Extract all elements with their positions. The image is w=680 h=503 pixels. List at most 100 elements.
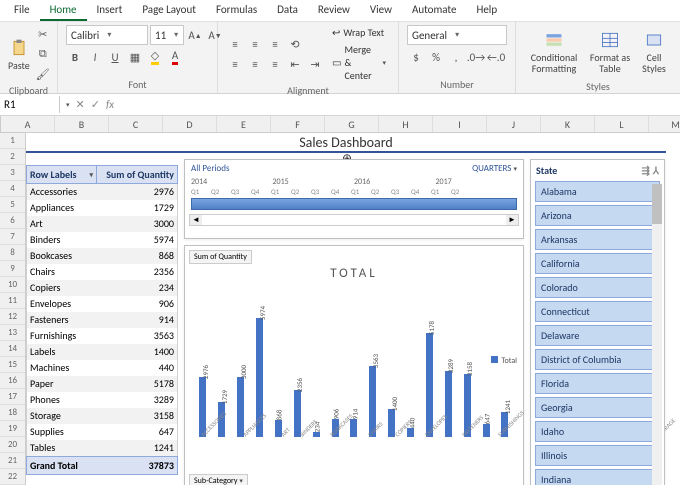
- timeline-selection-bar[interactable]: [191, 198, 517, 210]
- decrease-indent-button[interactable]: ⇤: [286, 55, 304, 73]
- pivot-data-row[interactable]: Envelopes906: [26, 296, 178, 312]
- pivot-data-row[interactable]: Machines440: [26, 360, 178, 376]
- menu-tab-data[interactable]: Data: [267, 0, 308, 21]
- row-header[interactable]: 2: [0, 149, 25, 165]
- scrollbar-thumb[interactable]: [652, 184, 662, 224]
- row-header[interactable]: 12: [0, 309, 25, 325]
- timeline-slicer[interactable]: All Periods QUARTERS ▾ 2014201520162017 …: [184, 159, 524, 239]
- menu-tab-automate[interactable]: Automate: [402, 0, 467, 21]
- increase-decimal-button[interactable]: .0→: [467, 48, 485, 66]
- pivot-data-row[interactable]: Labels1400: [26, 344, 178, 360]
- column-header[interactable]: F: [271, 116, 325, 132]
- timeline-level[interactable]: QUARTERS ▾: [472, 163, 517, 174]
- row-header[interactable]: 3: [0, 165, 25, 181]
- pivot-data-row[interactable]: Phones3289: [26, 392, 178, 408]
- row-header[interactable]: 7: [0, 229, 25, 245]
- accounting-button[interactable]: $: [407, 48, 425, 66]
- scroll-right-icon[interactable]: ►: [506, 215, 518, 225]
- slicer-item[interactable]: Illinois: [535, 445, 660, 466]
- align-right-button[interactable]: ≡: [266, 55, 284, 73]
- slicer-item[interactable]: California: [535, 253, 660, 274]
- font-color-button[interactable]: A: [166, 48, 184, 66]
- menu-tab-page-layout[interactable]: Page Layout: [132, 0, 206, 21]
- cells-area[interactable]: Sales Dashboard ⊕ Row Labels▾ Sum of Qua…: [26, 133, 680, 485]
- pivot-data-row[interactable]: Storage3158: [26, 408, 178, 424]
- multi-select-icon[interactable]: ⇶: [642, 164, 650, 177]
- row-header[interactable]: 17: [0, 389, 25, 405]
- column-header[interactable]: H: [379, 116, 433, 132]
- fill-color-button[interactable]: ◇: [146, 48, 164, 66]
- slicer-item[interactable]: Arkansas: [535, 229, 660, 250]
- column-header[interactable]: J: [487, 116, 541, 132]
- slicer-item[interactable]: Delaware: [535, 325, 660, 346]
- pivot-chart[interactable]: Sum of Quantity TOTAL 297617293000597486…: [184, 245, 524, 485]
- menu-tab-help[interactable]: Help: [466, 0, 507, 21]
- pivot-row-labels-header[interactable]: Row Labels▾: [27, 166, 97, 183]
- menu-tab-review[interactable]: Review: [308, 0, 360, 21]
- scroll-left-icon[interactable]: ◄: [190, 215, 202, 225]
- align-left-button[interactable]: ≡: [226, 55, 244, 73]
- fx-icon[interactable]: fx: [106, 98, 114, 111]
- borders-button[interactable]: ▦: [126, 48, 144, 66]
- state-slicer[interactable]: State ⇶ ⅄ AlabamaArizonaArkansasCaliforn…: [530, 159, 665, 485]
- slicer-item[interactable]: Arizona: [535, 205, 660, 226]
- increase-indent-button[interactable]: ⇥: [306, 55, 324, 73]
- pivot-data-row[interactable]: Accessories2976: [26, 184, 178, 200]
- slicer-item[interactable]: Indiana: [535, 469, 660, 485]
- pivot-data-row[interactable]: Paper5178: [26, 376, 178, 392]
- paste-button[interactable]: Paste: [8, 27, 30, 81]
- format-painter-button[interactable]: 🖌: [34, 65, 52, 83]
- pivot-table[interactable]: Row Labels▾ Sum of Quantity Accessories2…: [26, 165, 178, 475]
- merge-center-button[interactable]: ▭Merge & Center▾: [328, 42, 390, 83]
- column-header[interactable]: L: [595, 116, 649, 132]
- slicer-item[interactable]: Idaho: [535, 421, 660, 442]
- italic-button[interactable]: I: [86, 48, 104, 66]
- pivot-data-row[interactable]: Appliances1729: [26, 200, 178, 216]
- menu-tab-home[interactable]: Home: [40, 0, 87, 21]
- clear-filter-icon[interactable]: ⅄: [653, 164, 659, 177]
- font-name-combo[interactable]: Calibri▾: [66, 25, 148, 45]
- name-box[interactable]: R1: [0, 96, 60, 113]
- column-header[interactable]: E: [217, 116, 271, 132]
- chart-category-field-button[interactable]: Sub-Category ▾: [189, 474, 248, 485]
- slicer-item[interactable]: Alabama: [535, 181, 660, 202]
- cell-styles-button[interactable]: Cell Styles: [636, 25, 672, 79]
- row-header[interactable]: 1: [0, 133, 25, 149]
- column-header[interactable]: I: [433, 116, 487, 132]
- copy-button[interactable]: ⧉: [34, 45, 52, 63]
- column-header[interactable]: G: [325, 116, 379, 132]
- column-header[interactable]: A: [1, 116, 55, 132]
- row-header[interactable]: 16: [0, 373, 25, 389]
- row-header[interactable]: 6: [0, 213, 25, 229]
- orientation-button[interactable]: ⟲: [286, 35, 304, 53]
- row-header[interactable]: 18: [0, 405, 25, 421]
- font-size-combo[interactable]: 11▾: [150, 25, 184, 45]
- slicer-item[interactable]: Georgia: [535, 397, 660, 418]
- row-header[interactable]: 5: [0, 197, 25, 213]
- slicer-item[interactable]: Connecticut: [535, 301, 660, 322]
- underline-button[interactable]: U: [106, 48, 124, 66]
- pivot-data-row[interactable]: Binders5974: [26, 232, 178, 248]
- column-header[interactable]: K: [541, 116, 595, 132]
- chart-values-field-button[interactable]: Sum of Quantity: [189, 250, 252, 264]
- filter-dropdown-icon[interactable]: ▾: [89, 170, 93, 179]
- wrap-text-button[interactable]: ↩Wrap Text: [328, 25, 390, 40]
- decrease-decimal-button[interactable]: ←.0: [487, 48, 505, 66]
- increase-font-button[interactable]: A▲: [186, 26, 204, 44]
- pivot-data-row[interactable]: Tables1241: [26, 440, 178, 456]
- align-center-button[interactable]: ≡: [246, 55, 264, 73]
- row-header[interactable]: 19: [0, 421, 25, 437]
- slicer-scrollbar[interactable]: [652, 184, 662, 485]
- row-header[interactable]: 20: [0, 437, 25, 453]
- timeline-scrollbar[interactable]: ◄ ►: [189, 214, 519, 226]
- conditional-formatting-button[interactable]: Conditional Formatting: [524, 25, 584, 79]
- column-header[interactable]: C: [109, 116, 163, 132]
- formula-input[interactable]: [120, 103, 680, 107]
- slicer-item[interactable]: Florida: [535, 373, 660, 394]
- row-header[interactable]: 10: [0, 277, 25, 293]
- row-header[interactable]: 11: [0, 293, 25, 309]
- pivot-data-row[interactable]: Furnishings3563: [26, 328, 178, 344]
- cancel-icon[interactable]: ✕: [76, 98, 85, 111]
- column-header[interactable]: B: [55, 116, 109, 132]
- menu-tab-file[interactable]: File: [4, 0, 40, 21]
